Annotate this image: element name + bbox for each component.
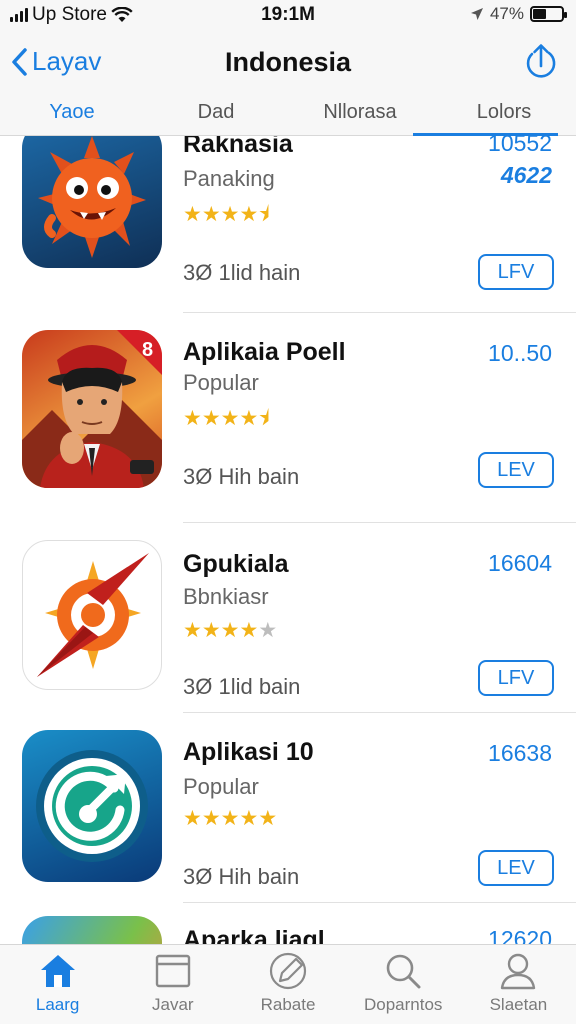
app-list[interactable]: Raknasia Panaking ★★★★⯨ 3Ø 1lid hain 105… <box>0 136 576 944</box>
segment-tabs: Yaoe Dad Nllorasa Lolors <box>0 92 576 136</box>
pencil-icon <box>268 951 308 991</box>
star-icon: ⯨ <box>258 202 270 226</box>
app-meta: 3Ø 1lid hain <box>183 260 301 285</box>
star-icon: ★ <box>183 203 202 226</box>
tab-bar-label: Javar <box>152 995 194 1014</box>
tab-dad[interactable]: Dad <box>144 92 288 136</box>
divider <box>183 522 576 523</box>
tab-bar-item-javar[interactable]: Javar <box>115 945 230 1024</box>
star-icon: ★ <box>183 407 202 430</box>
app-icon-partial[interactable] <box>22 916 162 944</box>
star-icon: ★ <box>201 203 221 226</box>
star-icon: ★ <box>220 807 240 830</box>
star-icon: ★ <box>201 407 221 430</box>
app-subtitle: Bbnkiasr <box>183 584 269 609</box>
divider <box>183 902 576 903</box>
battery-percent: 47% <box>489 4 524 23</box>
star-icon: ★ <box>183 619 202 642</box>
tab-bar-item-slaetan[interactable]: Slaetan <box>461 945 576 1024</box>
star-icon: ⯨ <box>258 406 270 430</box>
get-button[interactable]: LEV <box>478 452 554 488</box>
star-icon: ★ <box>183 807 202 830</box>
app-name: Aplikasi 10 <box>183 738 314 766</box>
app-meta: 3Ø Hih bain <box>183 864 300 889</box>
star-icon: ★ <box>258 807 278 830</box>
battery-icon <box>530 6 567 22</box>
tab-bar-label: Rabate <box>260 995 316 1014</box>
newspaper-icon <box>154 951 192 991</box>
tab-bar-item-rabate[interactable]: Rabate <box>230 945 345 1024</box>
app-name: Aplikaia Poell <box>183 338 346 366</box>
star-icon: ★ <box>239 807 259 830</box>
app-number: 10552 <box>488 136 552 156</box>
rating-stars: ★★★★★ <box>183 806 277 831</box>
status-right: 47% <box>470 4 567 24</box>
app-subtitle: Panaking <box>183 166 275 191</box>
get-button[interactable]: LEV <box>478 850 554 886</box>
tab-bar-label: Laarg <box>35 995 80 1014</box>
share-icon <box>526 44 556 78</box>
tab-bar-label: Doparntos <box>363 995 443 1014</box>
share-button[interactable] <box>522 42 558 87</box>
tab-bar-item-doparntos[interactable]: Doparntos <box>346 945 461 1024</box>
bottom-tab-bar: Laarg Javar Rabate Doparntos Slaetan <box>0 944 576 1024</box>
list-item[interactable]: Raknasia Panaking ★★★★⯨ 3Ø 1lid hain 105… <box>0 136 576 312</box>
app-name: Raknasia <box>183 136 293 158</box>
divider <box>183 312 576 313</box>
person-icon <box>498 951 538 991</box>
tab-lolors[interactable]: Lolors <box>432 92 576 136</box>
rating-stars: ★★★★★ <box>183 618 277 643</box>
app-subtitle: Popular <box>183 774 259 799</box>
list-item[interactable]: 8 Aplikaia Poell Popular ★★★★⯨ 3Ø Hih ba… <box>0 330 576 520</box>
divider <box>183 712 576 713</box>
star-icon: ★ <box>220 407 240 430</box>
get-button[interactable]: LFV <box>478 254 554 290</box>
location-arrow-icon <box>470 8 483 20</box>
battery-level <box>533 9 547 19</box>
app-meta: 3Ø 1lid bain <box>183 674 301 699</box>
rating-stars: ★★★★⯨ <box>183 404 269 439</box>
rating-stars: ★★★★⯨ <box>183 200 269 235</box>
star-icon: ★ <box>239 203 259 226</box>
tab-nllorasa[interactable]: Nllorasa <box>288 92 432 136</box>
tab-bar-label: Slaetan <box>489 995 548 1014</box>
app-subtitle: Popular <box>183 370 259 395</box>
list-item[interactable]: Aparka liaql 12620 <box>0 916 576 944</box>
star-icon: ★ <box>258 619 278 642</box>
tab-bar-item-laarg[interactable]: Laarg <box>0 945 115 1024</box>
list-item[interactable]: Aplikasi 10 Popular ★★★★★ 3Ø Hih bain 16… <box>0 730 576 910</box>
app-number: 10..50 <box>488 340 552 366</box>
star-icon: ★ <box>201 807 221 830</box>
app-number: 16638 <box>488 740 552 766</box>
search-icon <box>383 951 423 991</box>
star-icon: ★ <box>239 619 259 642</box>
star-icon: ★ <box>239 407 259 430</box>
navigation-bar: Layav Indonesia Yaoe Dad Nllorasa Lolors <box>0 30 576 136</box>
app-secondary-number: 4622 <box>500 162 552 188</box>
star-icon: ★ <box>201 619 221 642</box>
app-icon-portrait[interactable]: 8 <box>22 330 162 488</box>
page-title: Indonesia <box>224 47 352 77</box>
get-button[interactable]: LFV <box>478 660 554 696</box>
app-icon-monster[interactable] <box>22 136 162 268</box>
app-meta: 3Ø Hih bain <box>183 464 300 489</box>
app-name: Gpukiala <box>183 550 289 578</box>
home-icon <box>38 951 78 991</box>
app-number: 12620 <box>488 926 552 944</box>
svg-text:8: 8 <box>142 339 153 361</box>
list-item[interactable]: Gpukiala Bbnkiasr ★★★★★ 3Ø 1lid bain 166… <box>0 540 576 720</box>
app-number: 16604 <box>488 550 552 576</box>
star-icon: ★ <box>220 619 240 642</box>
star-icon: ★ <box>220 203 240 226</box>
app-icon-refresh[interactable] <box>22 730 162 882</box>
app-icon-compass[interactable] <box>22 540 162 690</box>
tab-yaoe[interactable]: Yaoe <box>0 92 144 136</box>
app-name: Aparka liaql <box>183 926 325 944</box>
status-bar: Up Store 19:1M 47% <box>0 0 576 30</box>
